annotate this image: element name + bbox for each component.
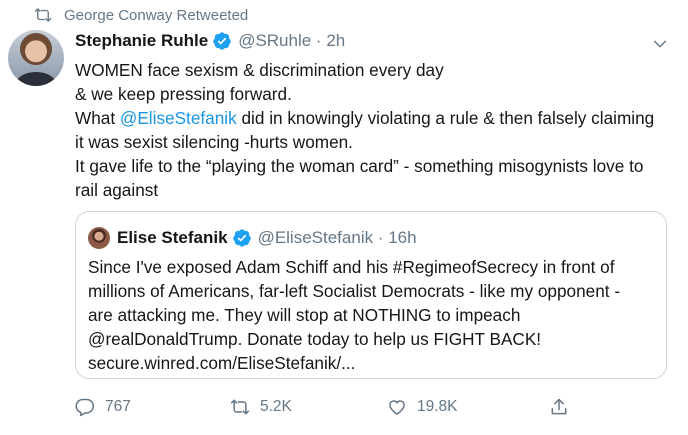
tweet-line-text: did in knowingly violating a rule & then… [236,108,655,128]
verified-badge-icon [213,32,231,50]
quoted-display-name: Elise Stefanik [117,228,228,247]
tweet-line: What @EliseStefanik did in knowingly vio… [75,106,675,130]
tweet-line: WOMEN face sexism & discrimination every… [75,60,444,80]
tweet-line-text: What [75,108,120,128]
tweet-line: It gave life to the “playing the woman c… [75,156,644,176]
mention-link[interactable]: @EliseStefanik [120,108,237,128]
tweet-line: & we keep pressing forward. [75,84,292,104]
tweet-line: it was sexist silencing -hurts women. [75,132,353,152]
author-display-name[interactable]: Stephanie Ruhle [75,31,208,51]
reply-icon [75,398,95,417]
quoted-line: Since I've exposed Adam Schiff and his #… [88,257,615,277]
tweet-line: rail against [75,180,159,200]
retweet-context-label: George Conway Retweeted [64,6,249,24]
author-handle[interactable]: @SRuhle [238,31,311,51]
quoted-tweet-body: Since I've exposed Adam Schiff and his #… [88,255,658,375]
retweet-button[interactable]: 5.2K [230,397,292,417]
reply-button[interactable]: 767 [75,397,131,417]
avatar[interactable] [8,30,64,86]
quoted-handle: @EliseStefanik [257,228,374,247]
tweet-timestamp[interactable]: 2h [326,31,345,51]
quoted-line: are attacking me. They will stop at NOTH… [88,305,521,325]
retweet-icon [230,399,250,415]
quoted-tweet-header: Elise Stefanik @EliseStefanik · 16h [88,227,417,249]
reply-count: 767 [105,398,131,415]
tweet-body: WOMEN face sexism & discrimination every… [75,58,675,202]
heart-icon [389,400,405,415]
meta-separator: · [311,31,327,50]
share-button[interactable] [549,397,579,417]
quoted-timestamp: 16h [388,228,417,247]
quoted-line: @realDonaldTrump. Donate today to help u… [88,329,542,349]
verified-badge-icon [232,229,251,247]
quoted-line: secure.winred.com/EliseStefanik/... [88,353,356,373]
quoted-avatar [88,227,110,249]
like-count: 19.8K [417,398,458,415]
share-icon [551,398,567,415]
retweet-context[interactable]: George Conway Retweeted [34,6,248,24]
quoted-line: millions of Americans, far-left Socialis… [88,281,621,301]
like-button[interactable]: 19.8K [387,397,458,417]
quoted-tweet-card[interactable]: Elise Stefanik @EliseStefanik · 16h Sinc… [75,211,667,379]
retweet-icon [34,8,52,22]
meta-separator: · [373,228,389,247]
chevron-down-icon[interactable] [652,36,668,52]
tweet-header: Stephanie Ruhle @SRuhle · 2h [75,31,345,51]
retweet-count: 5.2K [260,398,292,415]
